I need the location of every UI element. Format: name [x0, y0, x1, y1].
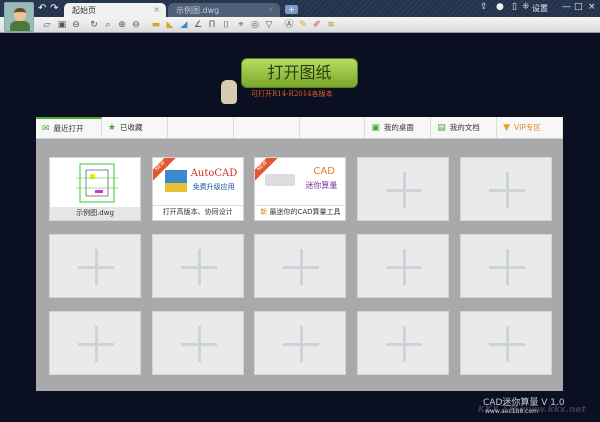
- cad-mini-calc-card[interactable]: NEW CAD 迷你算量 新 最迷你的CAD算量工具: [254, 157, 347, 221]
- drawing-thumbnail: [76, 163, 118, 203]
- autocad-upgrade-card[interactable]: NEW AutoCAD 免费升级应用 打开高版本、协同设计: [151, 157, 244, 221]
- document-icon: ▤: [437, 122, 446, 133]
- tab-label: 我的文档: [449, 123, 480, 132]
- star-icon: ★: [107, 122, 116, 133]
- mobile-icon[interactable]: ▯: [512, 2, 517, 12]
- empty-slot[interactable]: [254, 311, 347, 375]
- rotate-icon[interactable]: ↻: [89, 20, 99, 30]
- markup-icon[interactable]: ✐: [312, 20, 322, 30]
- version-support-text: 可打开R14-R2014各版本: [251, 90, 333, 98]
- filter-icon[interactable]: ▽: [264, 20, 274, 30]
- align-icon[interactable]: ⌷: [221, 20, 231, 30]
- empty-slot[interactable]: [459, 311, 552, 375]
- zoom-window-icon[interactable]: ⌕: [103, 20, 113, 30]
- avatar[interactable]: [4, 2, 34, 32]
- vip-icon: ▼: [503, 122, 511, 133]
- target-icon[interactable]: ◎: [250, 20, 260, 30]
- file-name: 示例图.dwg: [50, 207, 140, 220]
- promo-title: CAD: [313, 166, 335, 177]
- toolbar: ▱ ▣ ⊖ ↻ ⌕ ⊕ ⊖ ▬ ◣ ◢ ∠ П ⌷ ⌖ ◎ ▽ Ⓐ ✎ ✐ ≋: [0, 17, 600, 33]
- empty-slot[interactable]: [459, 157, 552, 221]
- tab-vip[interactable]: ▼ VIP专区: [497, 117, 563, 138]
- tab-empty: [300, 117, 366, 138]
- back-icon[interactable]: ↶: [38, 3, 46, 14]
- empty-slot[interactable]: [151, 234, 244, 298]
- desktop-icon: ▣: [371, 122, 380, 133]
- app-version: CAD迷你算量 V 1.0: [483, 398, 565, 408]
- autocad-logo-icon: [164, 170, 187, 192]
- angle-icon[interactable]: ∠: [193, 20, 203, 30]
- mascot-image: [221, 80, 237, 104]
- empty-slot[interactable]: [357, 311, 450, 375]
- zoom-in-icon[interactable]: ⊕: [117, 20, 127, 30]
- print-icon[interactable]: ⊖: [71, 20, 81, 30]
- card-caption: 打开高版本、协同设计: [152, 205, 243, 218]
- tab-empty: [234, 117, 300, 138]
- layers-icon[interactable]: ≋: [326, 20, 336, 30]
- tab-label: 已收藏: [119, 123, 143, 132]
- new-label: 新: [260, 208, 268, 216]
- open-drawing-button[interactable]: 打开图纸: [241, 58, 358, 88]
- forward-icon[interactable]: ↷: [50, 3, 58, 14]
- keyboard-icon: [265, 174, 296, 186]
- envelope-icon: ✉: [42, 123, 50, 134]
- empty-slot[interactable]: [254, 234, 347, 298]
- empty-slot[interactable]: [459, 234, 552, 298]
- text-icon[interactable]: Ⓐ: [284, 20, 294, 30]
- dimension-icon[interactable]: П: [207, 20, 217, 30]
- title-bar: ↶ ↷ 起始页 × 示例图.dwg × + ⇪ ● ▯ ⁜ 设置 — □ ×: [0, 0, 600, 32]
- tab-documents[interactable]: ▤ 我的文档: [431, 117, 498, 138]
- tab-desktop[interactable]: ▣ 我的桌面: [365, 117, 432, 138]
- promo-subtitle: 免费升级应用: [192, 183, 235, 191]
- pencil-icon[interactable]: ✎: [298, 20, 308, 30]
- measure-icon[interactable]: ◣: [165, 20, 175, 30]
- tab-label: VIP专区: [514, 123, 541, 132]
- tab-start-page[interactable]: 起始页 ×: [64, 3, 166, 17]
- tab-favorites[interactable]: ★ 已收藏: [102, 117, 168, 138]
- area-icon[interactable]: ◢: [179, 20, 189, 30]
- promo-title: AutoCAD: [190, 168, 238, 179]
- minimize-button[interactable]: —: [562, 2, 571, 12]
- website-link[interactable]: www.aec188.com: [485, 408, 538, 415]
- tab-label: 起始页: [72, 6, 96, 15]
- maximize-button[interactable]: □: [574, 2, 583, 12]
- zoom-out-icon[interactable]: ⊖: [131, 20, 141, 30]
- tab-label: 示例图.dwg: [176, 6, 220, 15]
- settings-button[interactable]: 设置: [532, 3, 548, 14]
- promo-subtitle: 迷你算量: [305, 181, 338, 190]
- coordinate-icon[interactable]: ⌖: [236, 20, 246, 30]
- tab-label: 我的桌面: [383, 123, 414, 132]
- tab-recent[interactable]: ✉ 最近打开: [36, 117, 102, 138]
- layer-icon[interactable]: ▬: [151, 20, 161, 30]
- recent-file-card[interactable]: 示例图.dwg: [49, 157, 141, 221]
- empty-slot[interactable]: [151, 311, 244, 375]
- tab-example-dwg[interactable]: 示例图.dwg ×: [168, 3, 280, 17]
- empty-slot[interactable]: [357, 157, 450, 221]
- open-icon[interactable]: ▱: [42, 20, 52, 30]
- share-icon[interactable]: ⇪: [480, 2, 488, 12]
- save-icon[interactable]: ▣: [57, 20, 67, 30]
- close-tab-icon[interactable]: ×: [267, 5, 274, 14]
- card-caption: 最迷你的CAD算量工具: [269, 208, 341, 216]
- close-button[interactable]: ×: [588, 2, 596, 12]
- empty-slot[interactable]: [357, 234, 450, 298]
- tab-label: 最近打开: [53, 124, 84, 133]
- grid-icon[interactable]: ⁜: [522, 2, 530, 12]
- files-panel: ✉ 最近打开 ★ 已收藏 ▣ 我的桌面 ▤ 我的文档 ▼ VIP专区 示例图.dwg NE…: [36, 117, 563, 391]
- wechat-icon[interactable]: ●: [496, 2, 504, 12]
- empty-slot[interactable]: [49, 234, 141, 298]
- tab-empty: [168, 117, 234, 138]
- new-tab-button[interactable]: +: [285, 5, 298, 14]
- empty-slot[interactable]: [49, 311, 141, 375]
- close-tab-icon[interactable]: ×: [153, 5, 160, 14]
